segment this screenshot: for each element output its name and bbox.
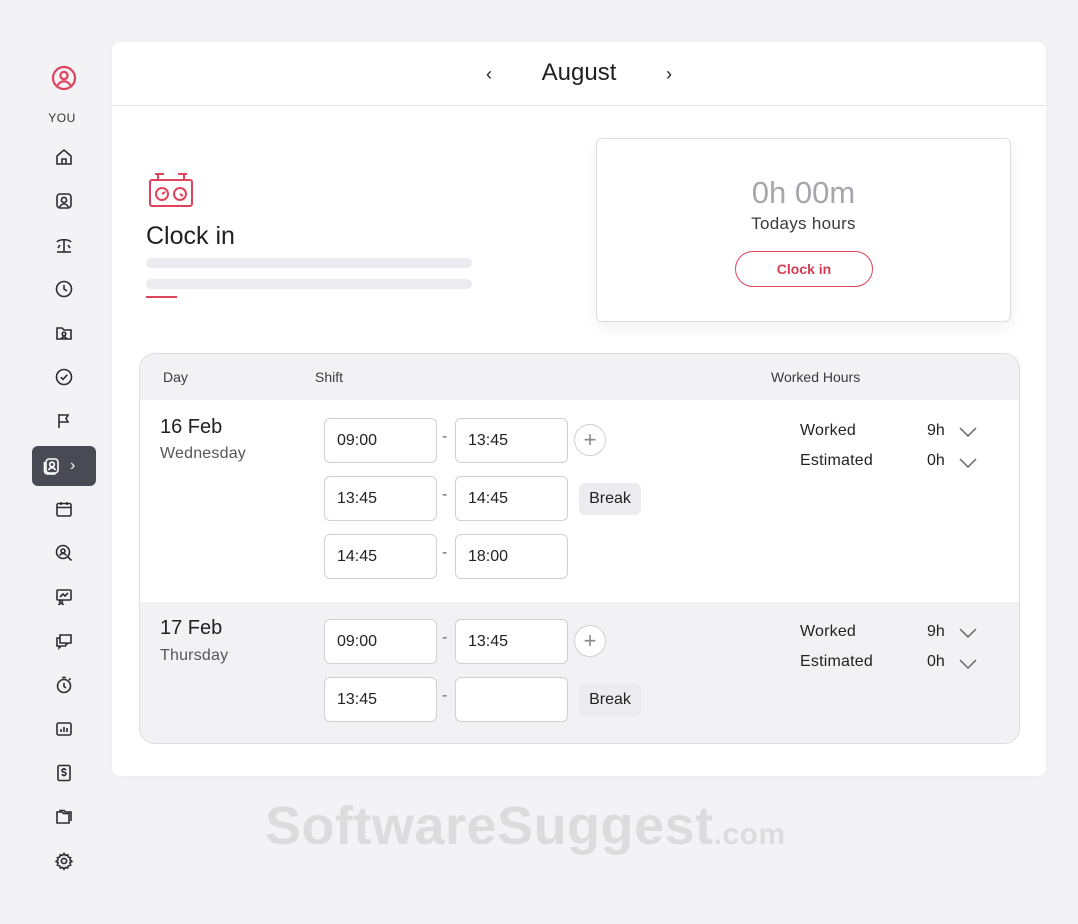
sidebar-item-calendar[interactable]: [44, 493, 84, 525]
table-row: 16 Feb Wednesday 09:00 - 13:45 + 13:45 -…: [140, 400, 1019, 602]
add-shift-button[interactable]: +: [574, 424, 606, 456]
sidebar-item-home[interactable]: [44, 141, 84, 173]
training-icon: [56, 589, 72, 606]
shift-start-input[interactable]: 09:00: [324, 418, 437, 463]
shift-start-input[interactable]: 13:45: [324, 476, 437, 521]
sidebar-item-vacation[interactable]: [44, 229, 84, 261]
sidebar-item-chat[interactable]: [44, 625, 84, 657]
sidebar-item-folder-user[interactable]: [44, 317, 84, 349]
worked-label: Worked: [800, 623, 857, 640]
break-tag[interactable]: Break: [579, 684, 641, 716]
chevron-down-icon[interactable]: [958, 657, 978, 671]
today-hours-panel: 0h 00m Todays hours Clock in: [596, 138, 1011, 322]
chevron-left-icon[interactable]: ‹: [477, 62, 501, 86]
sidebar-item-payroll[interactable]: [44, 757, 84, 789]
add-shift-button[interactable]: +: [574, 625, 606, 657]
watermark-suffix: .com: [713, 818, 786, 851]
accent-underline: [146, 296, 177, 298]
settings-icon: [54, 852, 74, 871]
range-separator: -: [442, 428, 448, 445]
dollar-doc-icon: [57, 764, 71, 782]
shift-end-input[interactable]: 13:45: [455, 619, 568, 664]
estimated-label: Estimated: [800, 452, 873, 469]
table-header: Day Shift Worked Hours: [140, 354, 1019, 400]
watermark: SoftwareSuggest.com: [265, 795, 786, 857]
row-weekday: Thursday: [160, 647, 229, 664]
chevron-right-icon: ›: [70, 457, 76, 474]
sidebar-item-tasks[interactable]: [44, 361, 84, 393]
break-tag[interactable]: Break: [579, 483, 641, 515]
range-separator: -: [442, 544, 448, 561]
worked-value: 9h: [927, 623, 945, 640]
search-user-icon: [55, 544, 73, 562]
sidebar-item-reports[interactable]: [44, 713, 84, 745]
worked-label: Worked: [800, 422, 857, 439]
shift-start-input[interactable]: 09:00: [324, 619, 437, 664]
sidebar-item-clock[interactable]: [44, 273, 84, 305]
shift-end-input[interactable]: 14:45: [455, 476, 568, 521]
profile-icon: [56, 193, 72, 209]
placeholder-line: [146, 279, 472, 289]
clock-in-title: Clock in: [146, 222, 235, 250]
punch-clock-icon: [148, 170, 194, 213]
home-icon: [56, 148, 72, 165]
month-title: August: [541, 58, 617, 86]
timesheet-icon: [43, 458, 59, 475]
vacation-icon: [56, 238, 72, 253]
clock-in-button[interactable]: Clock in: [735, 251, 873, 287]
row-weekday: Wednesday: [160, 445, 247, 462]
sidebar-item-settings[interactable]: [44, 845, 84, 877]
shift-end-input[interactable]: 18:00: [455, 534, 568, 579]
user-label: YOU: [48, 111, 76, 125]
sidebar-item-timesheet[interactable]: ›: [32, 446, 96, 486]
today-hours-value: 0h 00m: [751, 175, 856, 210]
month-navigation: ‹ August ›: [112, 42, 1046, 106]
sidebar-item-recruiting[interactable]: [44, 537, 84, 569]
chevron-down-icon[interactable]: [958, 626, 978, 640]
range-separator: -: [442, 629, 448, 646]
row-date: 17 Feb: [160, 617, 223, 639]
files-icon: [56, 809, 72, 824]
stopwatch-icon: [56, 676, 72, 694]
row-date: 16 Feb: [160, 416, 223, 438]
today-hours-label: Todays hours: [751, 214, 856, 233]
chevron-down-icon[interactable]: [958, 456, 978, 470]
user-avatar-icon[interactable]: [51, 65, 77, 91]
sidebar-item-time-tracking[interactable]: [44, 669, 84, 701]
sidebar-item-goals[interactable]: [44, 405, 84, 437]
column-header-shift: Shift: [315, 369, 344, 385]
column-header-day: Day: [163, 369, 188, 385]
calendar-icon: [56, 502, 72, 517]
shift-start-input[interactable]: 14:45: [324, 534, 437, 579]
worked-value: 9h: [927, 422, 945, 439]
sidebar-item-documents[interactable]: [44, 801, 84, 833]
shift-end-input[interactable]: 13:45: [455, 418, 568, 463]
clock-icon: [55, 280, 73, 298]
report-chart-icon: [56, 722, 72, 736]
chat-icon: [56, 634, 72, 650]
table-row: 17 Feb Thursday 09:00 - 13:45 + 13:45 - …: [140, 602, 1019, 743]
sidebar-item-profile[interactable]: [44, 185, 84, 217]
chevron-right-icon[interactable]: ›: [657, 62, 681, 86]
folder-user-icon: [56, 327, 72, 340]
chevron-down-icon[interactable]: [958, 425, 978, 439]
sidebar: YOU ›: [0, 0, 112, 924]
estimated-value: 0h: [927, 653, 945, 670]
placeholder-line: [146, 258, 472, 268]
range-separator: -: [442, 486, 448, 503]
shift-end-input[interactable]: [455, 677, 568, 722]
shift-start-input[interactable]: 13:45: [324, 677, 437, 722]
sidebar-item-training[interactable]: [44, 581, 84, 613]
check-circle-icon: [55, 368, 73, 386]
flag-icon: [58, 414, 70, 428]
timesheet-table: Day Shift Worked Hours 16 Feb Wednesday …: [139, 353, 1020, 744]
estimated-value: 0h: [927, 452, 945, 469]
watermark-main: SoftwareSuggest: [265, 796, 714, 856]
range-separator: -: [442, 687, 448, 704]
estimated-label: Estimated: [800, 653, 873, 670]
column-header-worked-hours: Worked Hours: [771, 369, 861, 385]
timesheet-card: ‹ August › Clock in 0h 00m Todays hours …: [112, 42, 1046, 776]
